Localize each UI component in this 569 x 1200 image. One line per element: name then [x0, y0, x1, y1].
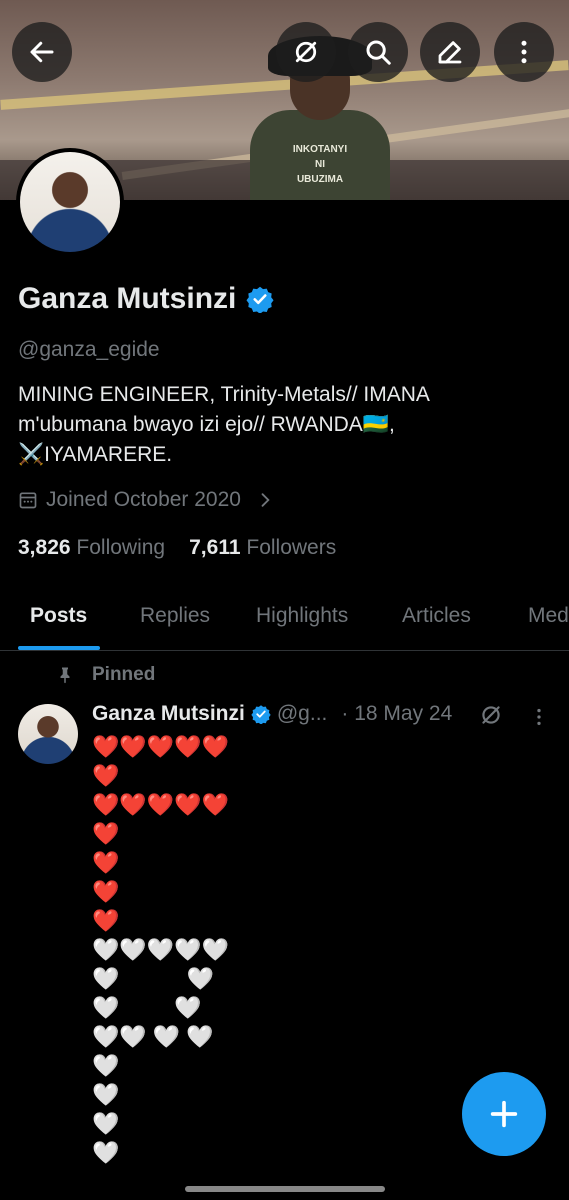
followers-link[interactable]: 7,611 Followers [189, 536, 336, 560]
search-icon [366, 40, 391, 65]
more-button[interactable] [494, 22, 554, 82]
more-vertical-icon [521, 40, 527, 64]
post-author-name[interactable]: Ganza Mutsinzi [92, 702, 245, 726]
follow-stats: 3,826 Following 7,611 Followers [18, 536, 336, 560]
tab-posts[interactable]: Posts [30, 604, 87, 628]
grok-icon[interactable] [478, 702, 504, 728]
banner-shirt-text: INKOTANYI NI UBUZIMA [292, 144, 348, 185]
tab-highlights[interactable]: Highlights [256, 604, 348, 628]
edit-button[interactable] [420, 22, 480, 82]
verified-badge-icon [251, 705, 271, 724]
post-date[interactable]: · 18 May 24 [341, 702, 452, 726]
profile-tabs: Posts Replies Highlights Articles Media [0, 590, 569, 651]
more-vertical-icon[interactable] [528, 704, 550, 730]
search-button[interactable] [348, 22, 408, 82]
profile-bio: MINING ENGINEER, Trinity-Metals// IMANA … [18, 383, 430, 466]
back-button[interactable] [12, 22, 72, 82]
chevron-right-icon [261, 493, 270, 507]
following-label: Following [76, 536, 166, 559]
grok-icon [295, 41, 317, 63]
calendar-icon [19, 492, 37, 509]
followers-count: 7,611 [189, 536, 241, 559]
home-indicator [185, 1186, 385, 1192]
followers-label: Followers [246, 536, 337, 559]
joined-date: Joined October 2020 [46, 488, 241, 511]
compose-post-button[interactable] [462, 1072, 546, 1156]
verified-badge-icon[interactable] [246, 285, 274, 313]
plus-icon [490, 1100, 518, 1128]
profile-avatar[interactable] [16, 148, 124, 256]
active-tab-indicator [18, 646, 100, 650]
post-header: Ganza Mutsinzi @g... · 18 May 24 [92, 702, 452, 726]
pinned-indicator: Pinned [56, 664, 155, 686]
tab-media[interactable]: Media [528, 604, 569, 628]
edit-icon [438, 41, 462, 64]
tab-replies[interactable]: Replies [140, 604, 210, 628]
profile-handle: @ganza_egide [18, 338, 160, 361]
post-author-handle[interactable]: @g... [277, 702, 328, 726]
tab-articles[interactable]: Articles [402, 604, 471, 628]
back-arrow-icon [30, 41, 54, 63]
post-author-avatar[interactable] [18, 704, 78, 764]
avatar-image [20, 152, 120, 252]
profile-name-row: Ganza Mutsinzi [18, 282, 274, 316]
pinned-label: Pinned [92, 664, 156, 685]
post-body: ❤️❤️❤️❤️❤️ ❤️ ❤️❤️❤️❤️❤️ ❤️ ❤️ ❤️ ❤️ 🤍🤍🤍… [92, 734, 229, 1165]
following-link[interactable]: 3,826 Following [18, 536, 165, 560]
profile-name: Ganza Mutsinzi [18, 282, 237, 315]
pin-icon [60, 667, 70, 684]
following-count: 3,826 [18, 536, 71, 559]
joined-date-row[interactable]: Joined October 2020 [18, 488, 275, 512]
grok-button[interactable] [276, 22, 336, 82]
